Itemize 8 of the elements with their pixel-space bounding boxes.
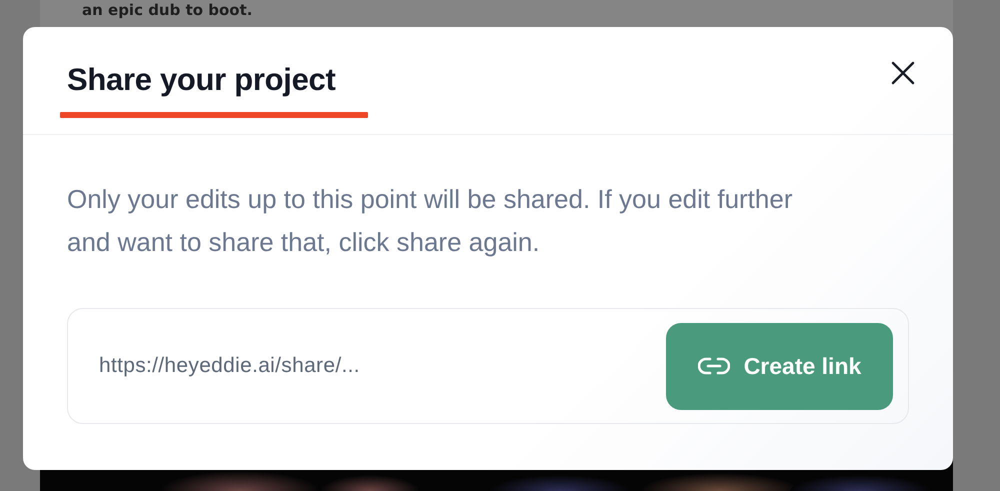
caption-text: an epic dub to boot.: [82, 1, 252, 19]
share-message: Only your edits up to this point will be shared. If you edit further and want to share that, click share again.: [67, 183, 794, 259]
create-link-button[interactable]: Create link: [666, 322, 893, 410]
dialog-title: Share your project: [67, 62, 337, 98]
link-icon: [698, 357, 730, 375]
link-field[interactable]: https://heyeddie.ai/share/... Create link: [67, 308, 909, 424]
close-button[interactable]: [889, 59, 917, 87]
close-icon: [891, 61, 915, 85]
